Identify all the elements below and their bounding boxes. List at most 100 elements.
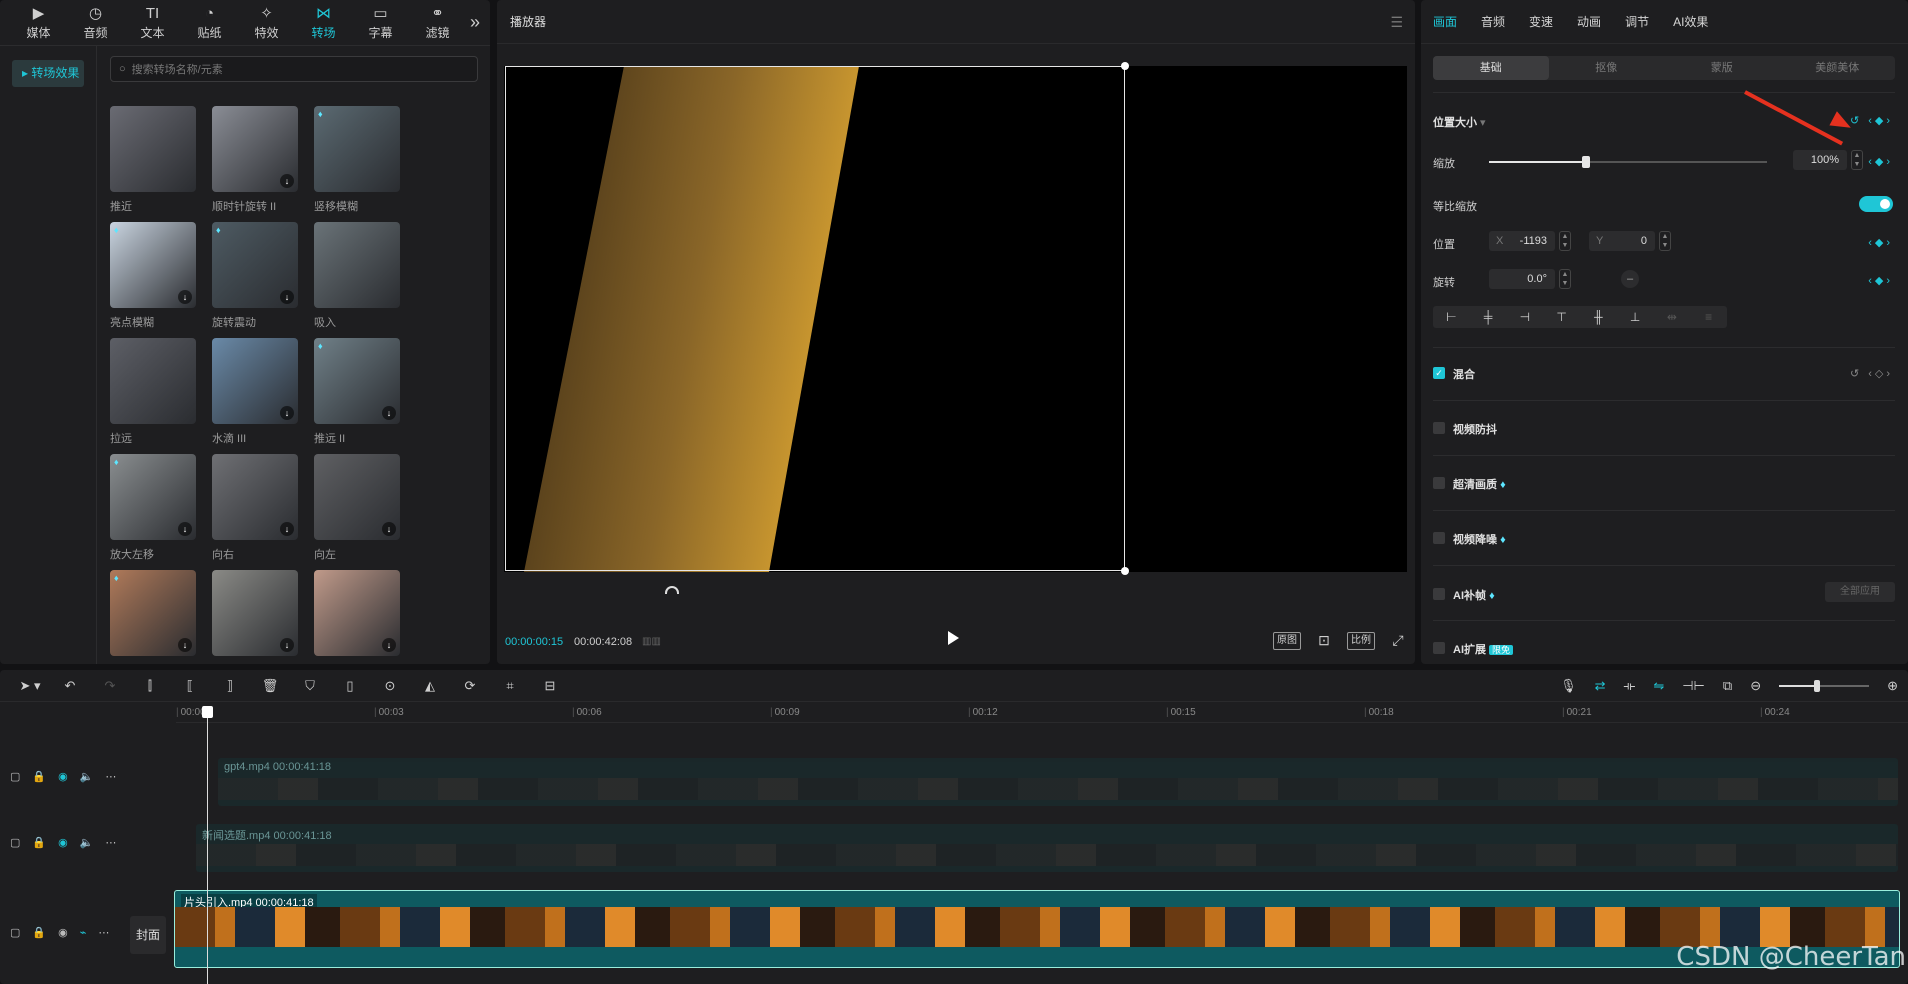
rotate-icon[interactable]: ⟳ (450, 678, 490, 694)
scale-stepper[interactable]: ▲ ▼ (1851, 150, 1863, 170)
download-icon[interactable]: ↓ (280, 638, 294, 652)
nav-media[interactable]: ▶ 媒体 (10, 4, 67, 41)
position-size-heading[interactable]: 位置大小 (1433, 117, 1477, 129)
split-left-icon[interactable]: ⟦ (170, 678, 210, 694)
scale-slider-knob[interactable] (1582, 156, 1591, 168)
apply-all-button[interactable]: 全部应用 (1825, 582, 1895, 602)
preview-axis-icon[interactable]: ⊣⊢ (1682, 678, 1705, 694)
align-middle-v-icon[interactable]: ╫ (1580, 306, 1617, 328)
transition-tile[interactable]: ♦ 竖移模糊 (314, 106, 400, 214)
nav-filter[interactable]: ⚭ 滤镜 (409, 4, 466, 41)
freeze-icon[interactable]: ▯ (330, 678, 370, 694)
subtab-mask[interactable]: 蒙版 (1664, 56, 1780, 80)
ai-frame-checkbox[interactable] (1433, 588, 1445, 600)
position-y-input[interactable]: Y0 (1589, 231, 1655, 251)
video-clip-gpt4[interactable]: gpt4.mp4 00:00:41:18 (218, 758, 1898, 806)
lock-icon[interactable]: 🔒 (32, 926, 46, 939)
position-y-stepper[interactable]: ▲ ▼ (1659, 231, 1671, 251)
download-icon[interactable]: ↓ (178, 522, 192, 536)
tab-animation[interactable]: 动画 (1577, 13, 1613, 30)
eye-icon[interactable]: ◉ (58, 836, 68, 849)
hd-checkbox[interactable] (1433, 477, 1445, 489)
transition-tile[interactable]: 推近 (110, 106, 196, 214)
more-icon[interactable]: ⋯ (105, 836, 116, 849)
ratio-button[interactable]: 比例 (1347, 632, 1375, 650)
download-icon[interactable]: ↓ (382, 406, 396, 420)
original-button[interactable]: 原图 (1273, 632, 1301, 650)
crop-icon[interactable]: ⌗ (490, 678, 530, 694)
resize-handle-bottom-right[interactable] (1121, 567, 1129, 575)
delete-icon[interactable]: 🗑 (250, 678, 290, 694)
rotate-input[interactable]: 0.0° (1489, 269, 1555, 289)
transition-tile[interactable]: ↓ ♦ (110, 570, 196, 662)
stabilize-checkbox[interactable] (1433, 422, 1445, 434)
split-icon[interactable]: ⫿ (130, 678, 170, 694)
main-track-magnet-icon[interactable]: ⇄ (1595, 678, 1606, 694)
volume-icon[interactable]: 🔈 (80, 770, 94, 783)
cover-button[interactable]: 封面 (130, 916, 166, 954)
category-transition-effects[interactable]: ▸ 转场效果 (12, 60, 84, 87)
transition-tile[interactable]: ↓ (314, 570, 400, 662)
zoom-slider[interactable] (1779, 680, 1870, 692)
lock-icon[interactable]: 🔒 (32, 836, 46, 849)
tab-speed[interactable]: 变速 (1529, 13, 1565, 30)
more-chevron-icon[interactable]: » (470, 12, 480, 33)
volume-icon[interactable]: 🔈 (80, 836, 94, 849)
scale-slider[interactable] (1489, 156, 1767, 168)
reverse-icon[interactable]: ⊙ (370, 678, 410, 694)
transition-tile[interactable]: ↓ 向左 (314, 454, 400, 562)
linkage-icon[interactable]: ⇋ (1653, 678, 1664, 694)
mirror-icon[interactable]: ◭ (410, 678, 450, 694)
transition-tile[interactable]: ↓ ♦ 推远 II (314, 338, 400, 446)
rotate-dial-icon[interactable]: ‒ (1621, 270, 1639, 288)
subtab-basic[interactable]: 基础 (1433, 56, 1549, 80)
playhead[interactable] (202, 706, 213, 984)
nav-effects[interactable]: ✧ 特效 (238, 4, 295, 41)
align-top-icon[interactable]: ⊤ (1543, 306, 1580, 328)
track-cover-icon[interactable]: ▢ (10, 926, 20, 939)
download-icon[interactable]: ↓ (178, 638, 192, 652)
tab-adjust[interactable]: 调节 (1625, 13, 1661, 30)
nav-transition[interactable]: ⋈ 转场 (295, 4, 352, 41)
eye-icon[interactable]: ◉ (58, 770, 68, 783)
video-clip-intro[interactable]: 片头引入.mp4 00:00:41:18 (174, 890, 1900, 968)
edit-icon[interactable]: ⊟ (530, 678, 570, 694)
download-icon[interactable]: ↓ (382, 638, 396, 652)
uniform-scale-toggle[interactable] (1859, 196, 1893, 212)
align-right-icon[interactable]: ⊣ (1507, 306, 1544, 328)
rotate-keyframe-icon[interactable]: ‹◆› (1868, 274, 1893, 287)
undo-icon[interactable]: ↶ (50, 678, 90, 694)
nav-text[interactable]: TI 文本 (124, 4, 181, 41)
zoom-out-icon[interactable]: ⊖ (1750, 678, 1761, 694)
select-tool-icon[interactable]: ➤ ▾ (10, 678, 50, 694)
position-x-input[interactable]: X -1193 (1489, 231, 1555, 251)
tab-audio[interactable]: 音频 (1481, 13, 1517, 30)
nav-sticker[interactable]: ◔ 贴纸 (181, 4, 238, 41)
download-icon[interactable]: ↓ (280, 174, 294, 188)
position-x-stepper[interactable]: ▲ ▼ (1559, 231, 1571, 251)
download-icon[interactable]: ↓ (280, 522, 294, 536)
transition-tile[interactable]: ↓ ♦ 放大左移 (110, 454, 196, 562)
blend-checkbox[interactable]: ✓ (1433, 367, 1445, 379)
scale-keyframe-icon[interactable]: ‹◆› (1868, 155, 1893, 168)
download-icon[interactable]: ↓ (280, 406, 294, 420)
full-preview-icon[interactable]: ⧉ (1723, 678, 1732, 694)
rotate-handle-icon[interactable] (665, 586, 679, 594)
align-bottom-icon[interactable]: ⊥ (1617, 306, 1654, 328)
ai-expand-checkbox[interactable] (1433, 642, 1445, 654)
subtab-beauty[interactable]: 美颜美体 (1780, 56, 1896, 80)
split-right-icon[interactable]: ⟧ (210, 678, 250, 694)
subtab-cutout[interactable]: 抠像 (1549, 56, 1665, 80)
fullscreen-icon[interactable]: ⤢ (1387, 632, 1409, 650)
eye-icon[interactable]: ◉ (58, 926, 68, 939)
selection-frame[interactable] (505, 66, 1125, 571)
auto-snap-icon[interactable]: ⟛ (1624, 678, 1636, 694)
nav-audio[interactable]: ◷ 音频 (67, 4, 124, 41)
track-cover-icon[interactable]: ▢ (10, 836, 20, 849)
transition-tile[interactable]: ↓ ♦ 旋转震动 (212, 222, 298, 330)
search-input[interactable]: ○ 搜索转场名称/元素 (110, 56, 478, 82)
tab-ai-effects[interactable]: AI效果 (1673, 13, 1720, 30)
transition-tile[interactable]: ↓ 顺时针旋转 II (212, 106, 298, 214)
timecode-bars-icon[interactable]: ▥▥ (642, 636, 661, 647)
nav-subtitle[interactable]: ▭ 字幕 (352, 4, 409, 41)
